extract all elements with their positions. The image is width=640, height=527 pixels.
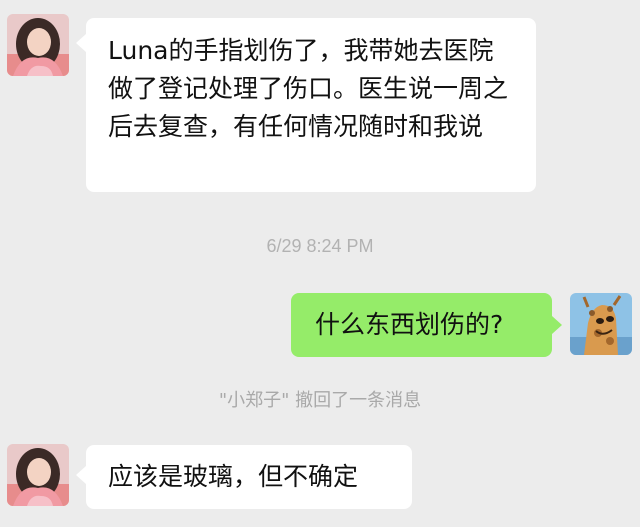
message-bubble-received[interactable]: 应该是玻璃，但不确定 — [86, 445, 412, 509]
woman-photo-icon — [7, 444, 69, 506]
message-text: 应该是玻璃，但不确定 — [108, 462, 359, 491]
contact-avatar[interactable] — [7, 14, 69, 76]
recall-notice: "小郑子" 撤回了一条消息 — [218, 390, 422, 411]
woman-photo-icon — [7, 14, 69, 76]
contact-avatar[interactable] — [7, 444, 69, 506]
message-timestamp: 6/29 8:24 PM — [266, 236, 374, 256]
giraffe-photo-icon — [570, 293, 632, 355]
message-text: 什么东西划伤的? — [315, 310, 504, 339]
message-bubble-sent[interactable]: 什么东西划伤的? — [291, 293, 552, 357]
message-bubble-received[interactable]: Luna的手指划伤了，我带她去医院做了登记处理了伤口。医生说一周之后去复查，有任… — [86, 18, 536, 192]
message-text: Luna的手指划伤了，我带她去医院做了登记处理了伤口。医生说一周之后去复查，有任… — [108, 36, 509, 141]
self-avatar[interactable] — [570, 293, 632, 355]
